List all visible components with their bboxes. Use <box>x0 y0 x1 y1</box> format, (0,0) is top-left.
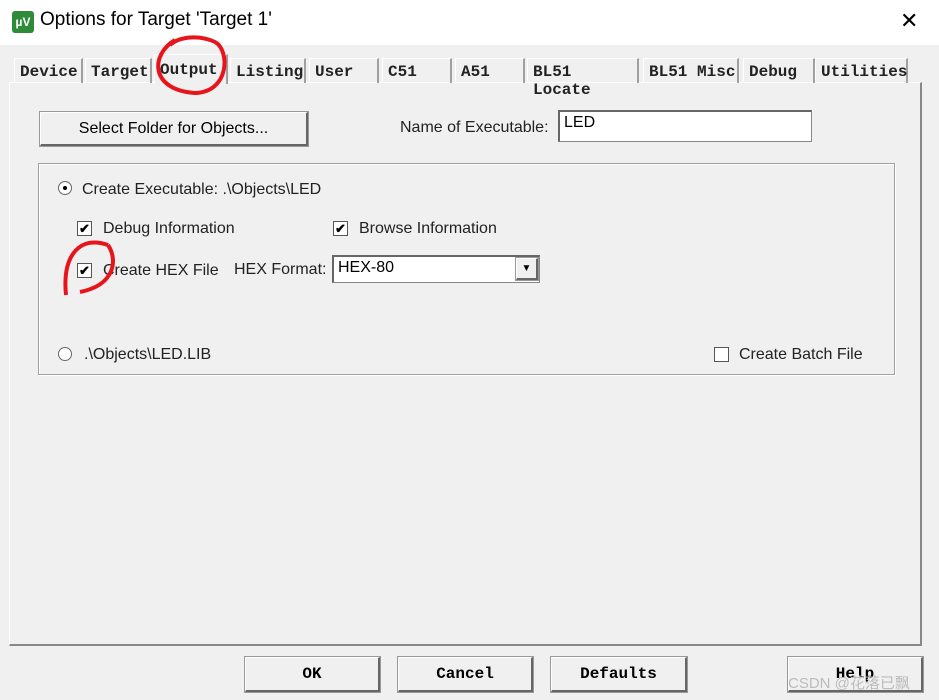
debug-information-label: Debug Information <box>103 220 235 237</box>
tab-utilities[interactable]: Utilities <box>815 58 908 83</box>
create-batch-file-checkbox[interactable] <box>714 347 729 362</box>
library-radio[interactable] <box>58 347 72 361</box>
tab-user[interactable]: User <box>309 58 379 83</box>
window-title: Options for Target 'Target 1' <box>40 9 272 30</box>
tab-bl51-locate[interactable]: BL51 Locate <box>527 58 639 99</box>
tab-c51[interactable]: C51 <box>382 58 452 83</box>
create-executable-radio[interactable] <box>58 181 72 195</box>
close-icon[interactable]: ✕ <box>900 8 918 34</box>
hex-format-select[interactable]: HEX-80 ▼ <box>332 255 540 283</box>
create-hex-file-label: Create HEX File <box>103 262 219 279</box>
library-label: .\Objects\LED.LIB <box>84 346 212 363</box>
debug-information-checkbox[interactable]: ✔ <box>77 221 92 236</box>
ok-button[interactable]: OK <box>244 656 381 693</box>
watermark: CSDN @花落已飘 <box>788 675 910 692</box>
browse-information-label: Browse Information <box>359 220 497 237</box>
hex-format-label: HEX Format: <box>234 261 327 278</box>
tab-device[interactable]: Device <box>14 58 83 83</box>
create-executable-label: Create Executable: .\Objects\LED <box>82 181 322 198</box>
tab-output[interactable]: Output <box>154 54 228 84</box>
defaults-button[interactable]: Defaults <box>550 656 688 693</box>
hex-format-value: HEX-80 <box>338 259 395 276</box>
chevron-down-icon[interactable]: ▼ <box>515 257 539 281</box>
cancel-button[interactable]: Cancel <box>397 656 534 693</box>
uvision-icon: µV <box>12 11 34 33</box>
create-batch-file-label: Create Batch File <box>739 346 863 363</box>
tab-listing[interactable]: Listing <box>230 58 306 83</box>
browse-information-checkbox[interactable]: ✔ <box>333 221 348 236</box>
tab-a51[interactable]: A51 <box>455 58 525 83</box>
name-of-executable-label: Name of Executable: <box>400 119 549 136</box>
tab-debug[interactable]: Debug <box>743 58 815 83</box>
tab-target[interactable]: Target <box>85 58 152 83</box>
select-folder-button[interactable]: Select Folder for Objects... <box>39 111 309 147</box>
name-of-executable-input[interactable]: LED <box>558 110 812 142</box>
tab-bl51-misc[interactable]: BL51 Misc <box>643 58 739 83</box>
create-hex-file-checkbox[interactable]: ✔ <box>77 263 92 278</box>
